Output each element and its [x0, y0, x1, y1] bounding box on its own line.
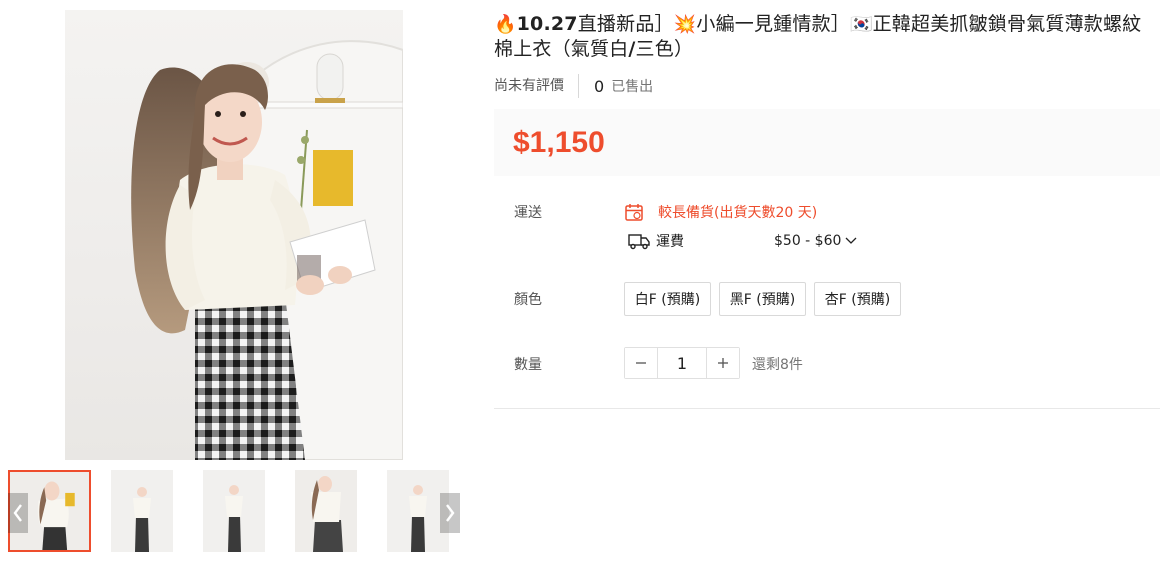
quantity-row: 數量 1 還剩8件 — [494, 347, 1160, 379]
increase-quantity-button[interactable] — [707, 348, 739, 378]
preorder-text: 較長備貨(出貨天數20 天) — [658, 205, 818, 221]
main-product-image[interactable] — [65, 10, 403, 460]
chevron-left-icon — [13, 504, 22, 522]
quantity-label: 數量 — [514, 357, 542, 373]
preorder-notice: 較長備貨(出貨天數20 天) — [624, 202, 817, 222]
purchase-options: 運送 較長備貨(出貨天數20 天) 運費 $50 - $60 顏色 白F (預購… — [494, 12, 1160, 432]
truck-icon — [628, 234, 650, 250]
plus-icon — [718, 358, 728, 368]
thumbnail-2[interactable] — [111, 470, 173, 552]
chevron-down-icon — [845, 237, 857, 244]
shipping-fee-label: 運費 — [656, 234, 684, 250]
shipping-label: 運送 — [514, 205, 542, 221]
shipping-fee-line: 運費 $50 - $60 — [628, 231, 857, 251]
variant-apricot[interactable]: 杏F (預購) — [814, 282, 901, 316]
color-row: 顏色 白F (預購) 黑F (預購) 杏F (預購) — [494, 282, 1160, 316]
shipping-fee-range: $50 - $60 — [774, 233, 842, 249]
next-thumbnail-button[interactable] — [440, 493, 460, 533]
model-photo-illustration — [131, 40, 403, 460]
decrease-quantity-button[interactable] — [625, 348, 657, 378]
quantity-input[interactable]: 1 — [657, 348, 707, 378]
product-page: 🔥10.27直播新品］💥小編一見鍾情款］🇰🇷正韓超美抓皺鎖骨氣質薄款螺紋棉上衣（… — [0, 0, 1166, 564]
chevron-right-icon — [446, 504, 455, 522]
stock-text: 還剩8件 — [752, 357, 803, 373]
shipping-fee-dropdown[interactable]: $50 - $60 — [774, 233, 857, 249]
variant-white[interactable]: 白F (預購) — [624, 282, 711, 316]
prev-thumbnail-button[interactable] — [8, 493, 28, 533]
thumbnail-4[interactable] — [295, 470, 357, 552]
color-label: 顏色 — [514, 292, 542, 308]
shipping-row: 運送 較長備貨(出貨天數20 天) 運費 $50 - $60 — [494, 202, 1160, 262]
variant-black[interactable]: 黑F (預購) — [719, 282, 806, 316]
calendar-icon — [625, 204, 643, 221]
section-divider — [494, 408, 1160, 409]
minus-icon — [636, 362, 646, 364]
quantity-stepper: 1 — [624, 347, 740, 379]
thumbnail-strip — [8, 470, 460, 552]
thumbnail-3[interactable] — [203, 470, 265, 552]
